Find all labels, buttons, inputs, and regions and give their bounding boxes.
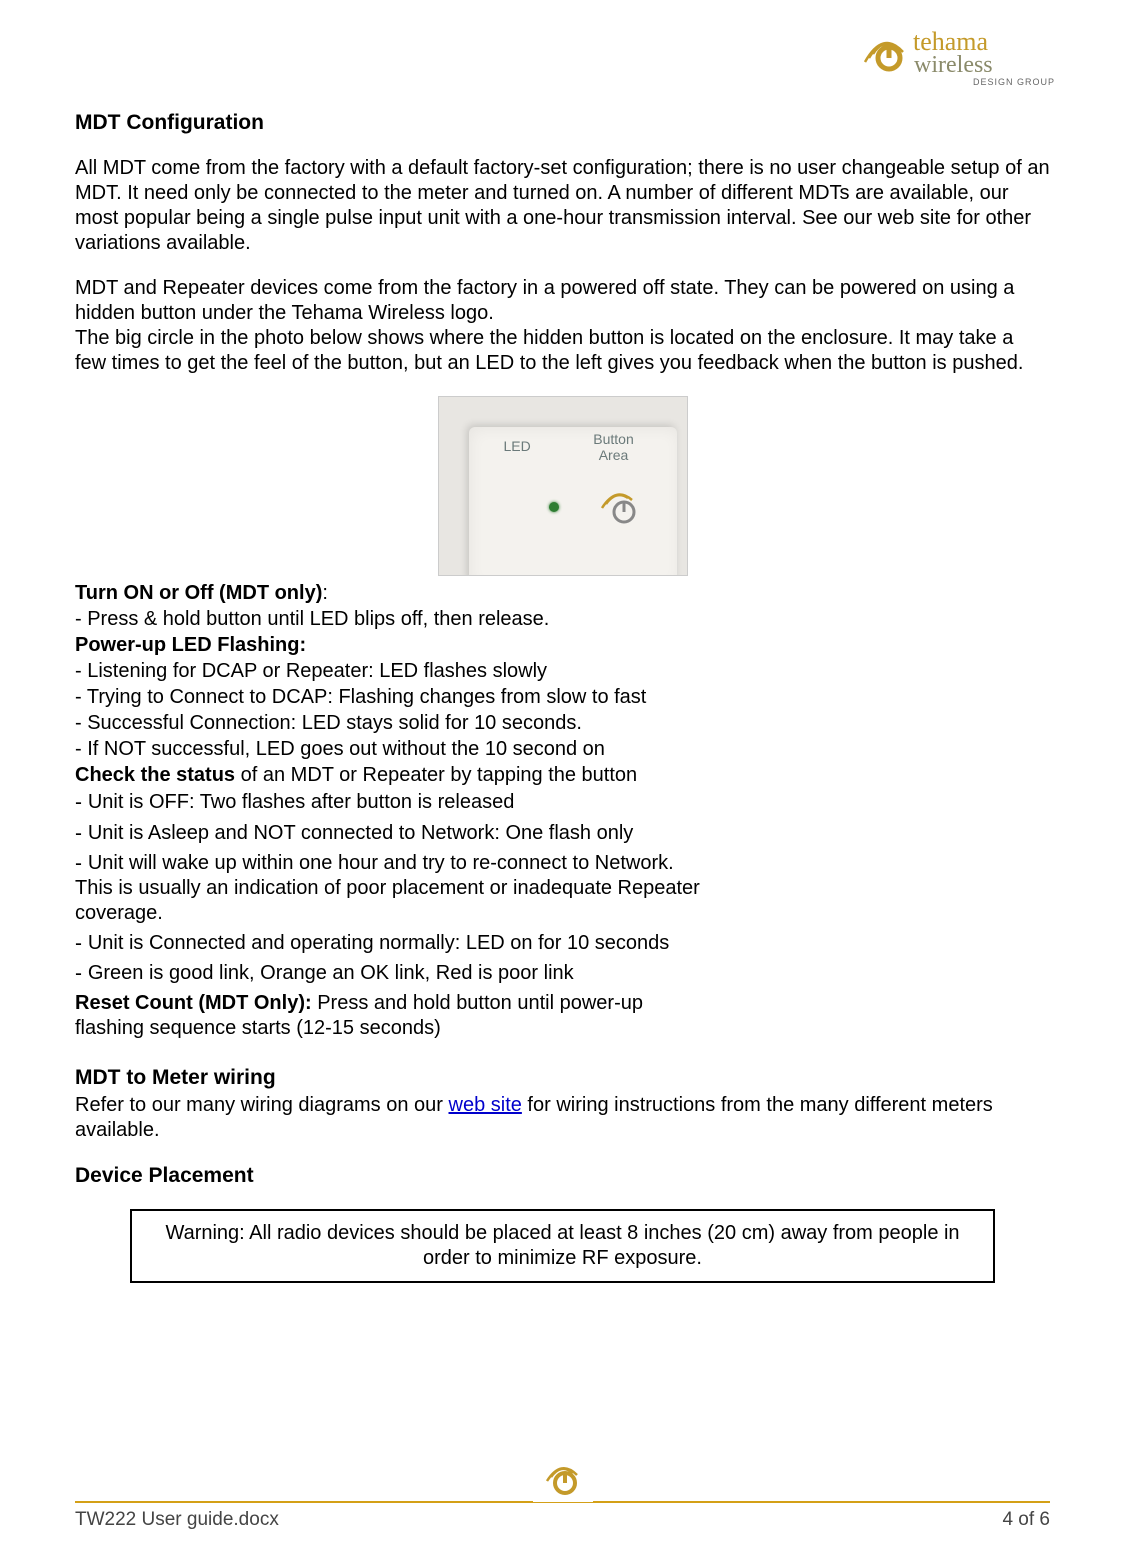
footer-page-number: 4 of 6 (1002, 1509, 1050, 1531)
website-link[interactable]: web site (449, 1094, 522, 1116)
text: The big circle in the photo below shows … (75, 327, 1023, 374)
footer-filename: TW222 User guide.docx (75, 1509, 279, 1531)
paragraph: Refer to our many wiring diagrams on our… (75, 1093, 1050, 1143)
list-item: - Unit is Asleep and NOT connected to Ne… (75, 820, 1050, 846)
footer-logo-icon (533, 1453, 593, 1502)
svg-text:wireless: wireless (914, 52, 993, 78)
photo-label-button: Button Area (584, 432, 644, 463)
list-item: - Press & hold button until LED blips of… (75, 607, 1050, 632)
list-item: - Listening for DCAP or Repeater: LED fl… (75, 659, 1050, 684)
device-photo: LED Button Area (438, 396, 688, 576)
text: MDT and Repeater devices come from the f… (75, 277, 1014, 324)
company-logo: tehama wireless DESIGN GROUP (845, 20, 1065, 95)
tehama-logo-icon: tehama wireless DESIGN GROUP (845, 20, 1065, 90)
page-footer: TW222 User guide.docx 4 of 6 (0, 1501, 1125, 1531)
reset-count-line: Reset Count (MDT Only): Press and hold b… (75, 991, 715, 1041)
subhead-check-status: Check the status (75, 764, 235, 786)
list-item: - Unit is Connected and operating normal… (75, 930, 1050, 956)
subhead-powerup: Power-up LED Flashing: (75, 633, 1050, 658)
heading-mdt-config: MDT Configuration (75, 110, 1050, 136)
heading-device-placement: Device Placement (75, 1163, 1050, 1189)
list-item: - If NOT successful, LED goes out withou… (75, 737, 1050, 762)
device-logo-icon (594, 482, 644, 532)
list-item: - Successful Connection: LED stays solid… (75, 711, 1050, 736)
led-dot-icon (549, 502, 559, 512)
svg-text:DESIGN GROUP: DESIGN GROUP (973, 77, 1055, 87)
paragraph: MDT and Repeater devices come from the f… (75, 276, 1050, 376)
list-item: - Unit is OFF: Two flashes after button … (75, 789, 1050, 815)
list-item: - Unit will wake up within one hour and … (75, 850, 715, 926)
photo-label-led: LED (504, 439, 531, 454)
subhead-turn-on: Turn ON or Off (MDT only) (75, 582, 322, 604)
paragraph: All MDT come from the factory with a def… (75, 156, 1050, 256)
list-item: - Green is good link, Orange an OK link,… (75, 960, 1050, 986)
instructions-block: Turn ON or Off (MDT only): - Press & hol… (75, 581, 1050, 1040)
warning-box: Warning: All radio devices should be pla… (130, 1209, 995, 1283)
list-item: - Trying to Connect to DCAP: Flashing ch… (75, 685, 1050, 710)
heading-mdt-wiring: MDT to Meter wiring (75, 1065, 1050, 1091)
page-content: MDT Configuration All MDT come from the … (75, 110, 1050, 1283)
